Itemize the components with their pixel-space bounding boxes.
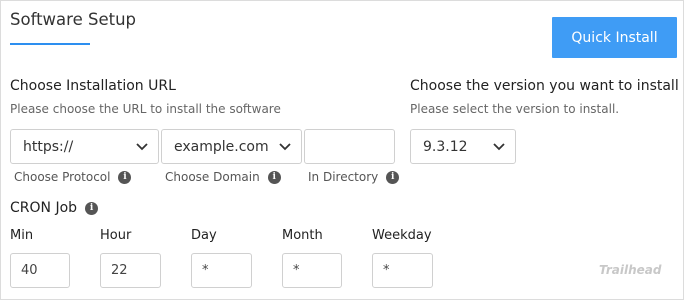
domain-caption: Choose Domain i xyxy=(165,170,281,184)
cron-min-label: Min xyxy=(10,228,34,243)
chevron-down-icon xyxy=(132,137,152,157)
cron-weekday-input[interactable]: * xyxy=(372,253,433,288)
version-value: 9.3.12 xyxy=(423,138,468,155)
protocol-select[interactable]: https:// xyxy=(10,129,159,164)
info-icon[interactable]: i xyxy=(118,170,132,184)
directory-caption: In Directory i xyxy=(308,170,400,184)
domain-select[interactable]: example.com xyxy=(161,129,302,164)
domain-caption-text: Choose Domain xyxy=(165,170,260,184)
version-subheading: Please select the version to install. xyxy=(410,102,620,116)
title-underline xyxy=(10,43,90,45)
protocol-caption-text: Choose Protocol xyxy=(14,170,111,184)
cron-month-label: Month xyxy=(282,228,323,243)
protocol-caption: Choose Protocol i xyxy=(14,170,132,184)
cron-day-input[interactable]: * xyxy=(191,253,252,288)
watermark-logo: Trailhead xyxy=(599,263,662,277)
protocol-value: https:// xyxy=(23,138,74,155)
domain-value: example.com xyxy=(174,138,269,155)
chevron-down-icon xyxy=(489,137,509,157)
cron-month-input[interactable]: * xyxy=(282,253,342,288)
info-icon[interactable]: i xyxy=(386,170,400,184)
version-heading: Choose the version you want to install xyxy=(410,78,679,94)
directory-input[interactable] xyxy=(304,129,395,164)
cron-hour-label: Hour xyxy=(100,228,132,243)
cron-day-label: Day xyxy=(191,228,217,243)
info-icon[interactable]: i xyxy=(85,201,99,215)
software-setup-panel: Software Setup Quick Install Choose Inst… xyxy=(0,0,684,300)
info-icon[interactable]: i xyxy=(267,170,281,184)
cron-heading: CRON Job i xyxy=(10,200,99,216)
installation-url-subheading: Please choose the URL to install the sof… xyxy=(10,102,281,116)
cron-hour-input[interactable]: 22 xyxy=(100,253,161,288)
installation-url-heading: Choose Installation URL xyxy=(10,78,176,94)
quick-install-button[interactable]: Quick Install xyxy=(552,17,677,58)
directory-caption-text: In Directory xyxy=(308,170,379,184)
chevron-down-icon xyxy=(275,137,295,157)
cron-weekday-label: Weekday xyxy=(372,228,432,243)
page-title: Software Setup xyxy=(10,10,137,29)
version-select[interactable]: 9.3.12 xyxy=(410,129,516,164)
cron-heading-text: CRON Job xyxy=(10,200,78,216)
cron-min-input[interactable]: 40 xyxy=(10,253,70,288)
